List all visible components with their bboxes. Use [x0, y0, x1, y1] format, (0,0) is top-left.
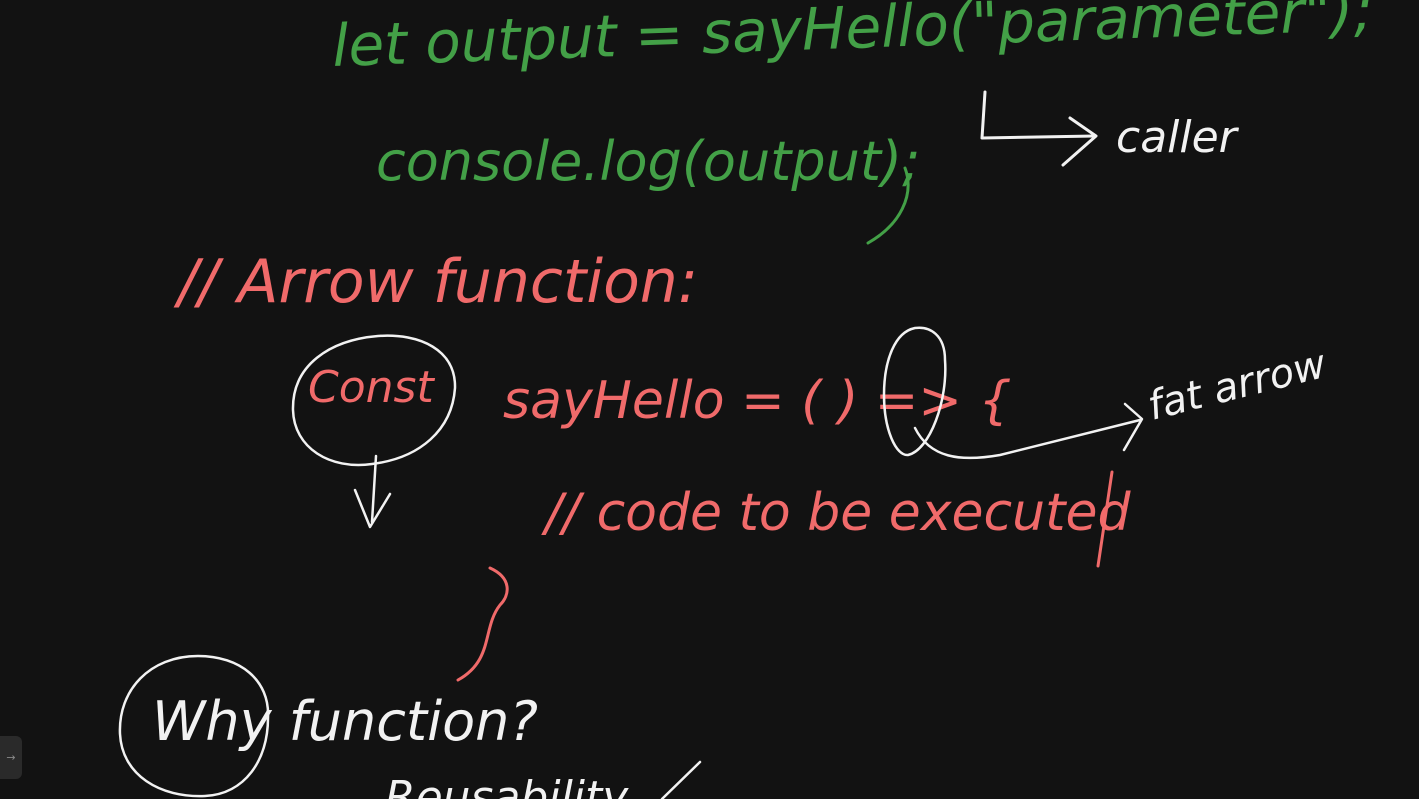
- arrow-declaration: Const sayHello = ( ) => {: [308, 362, 1012, 431]
- caller-label: caller: [1116, 112, 1240, 163]
- fat-arrow-label: fat arrow: [1143, 341, 1331, 430]
- handwritten-line-2: console.log(output);: [376, 130, 920, 245]
- closing-brace-stroke: [456, 566, 509, 682]
- fat-arrow-head: [1122, 402, 1144, 452]
- sidebar-toggle-button[interactable]: →: [0, 736, 22, 779]
- bottom-partial-note: Reusability: [385, 760, 702, 799]
- why-function-text: Why function?: [152, 690, 538, 753]
- caller-arrow-head: [1061, 116, 1098, 167]
- code-comment: // code to be executed: [456, 470, 1131, 682]
- const-keyword: Const: [308, 362, 435, 413]
- const-down-arrow-line: [370, 454, 378, 524]
- bottom-partial-text: Reusability: [385, 772, 629, 799]
- comment-text: // code to be executed: [541, 483, 1131, 543]
- handwritten-line-1: let output = sayHello("parameter");: [331, 0, 1374, 80]
- caller-annotation: caller: [980, 90, 1240, 167]
- bottom-slash-stroke: [660, 760, 702, 799]
- chevron-right-icon: →: [6, 751, 16, 764]
- line2-text: console.log(output);: [376, 130, 920, 193]
- arrow-function-heading: // Arrow function:: [173, 247, 698, 317]
- line1-text: let output = sayHello("parameter");: [331, 0, 1374, 80]
- heading-text: // Arrow function:: [173, 247, 698, 317]
- caller-arrow-line: [980, 90, 1097, 140]
- whiteboard-canvas[interactable]: let output = sayHello("parameter"); cons…: [0, 0, 1419, 799]
- handwriting-layer: let output = sayHello("parameter"); cons…: [118, 0, 1374, 799]
